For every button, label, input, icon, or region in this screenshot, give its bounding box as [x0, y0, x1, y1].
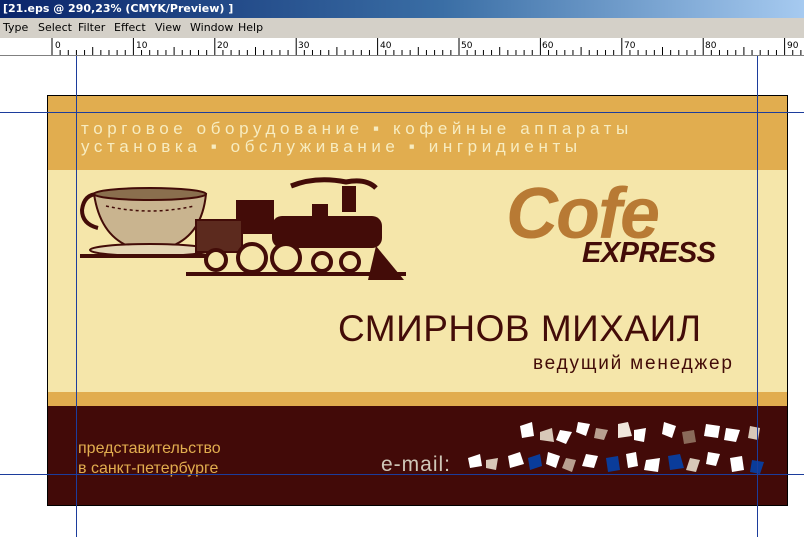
- ruler-label-40: 40: [380, 41, 392, 51]
- ruler-label-60: 60: [542, 41, 554, 51]
- person-name: СМИРНОВ МИХАИЛ: [338, 308, 702, 349]
- ruler-label-10: 10: [136, 41, 148, 51]
- ruler-label-0: 0: [55, 41, 61, 51]
- office-line-1: представительство: [78, 440, 221, 457]
- menu-type[interactable]: Type: [3, 21, 28, 35]
- menu-help[interactable]: Help: [238, 21, 263, 35]
- ruler-label-30: 30: [298, 41, 310, 51]
- guide-vertical-left[interactable]: [76, 56, 77, 537]
- menu-filter[interactable]: Filter: [78, 21, 105, 35]
- steam-locomotive-icon: [186, 177, 406, 280]
- brand-express: EXPRESS: [582, 237, 716, 269]
- ruler-label-50: 50: [461, 41, 473, 51]
- email-label: e-mail:: [381, 453, 452, 476]
- card-divider-band: [48, 392, 787, 406]
- window-title: [21.eps @ 290,23% (CMYK/Preview) ]: [3, 2, 234, 15]
- menu-window[interactable]: Window: [190, 21, 233, 35]
- menu-view[interactable]: View: [155, 21, 181, 35]
- tagline-line-1: торговое оборудование ▪ кофейные аппарат…: [81, 119, 633, 138]
- menu-bar: Type Select Filter Effect View Window He…: [0, 18, 804, 39]
- horizontal-ruler[interactable]: 0 10 20 30 40 50 60 70 80 90: [0, 38, 804, 56]
- ruler-label-90: 90: [787, 41, 799, 51]
- redacted-email-icon: [468, 422, 764, 474]
- guide-horizontal-top[interactable]: [0, 112, 804, 113]
- ruler-ticks: 0 10 20 30 40 50 60 70 80 90: [51, 38, 802, 55]
- menu-effect[interactable]: Effect: [114, 21, 146, 35]
- teacup-locomotive-illustration: [79, 177, 406, 280]
- ruler-label-70: 70: [624, 41, 636, 51]
- menu-select[interactable]: Select: [38, 21, 72, 35]
- guide-horizontal-bottom[interactable]: [0, 474, 804, 475]
- guide-vertical-right[interactable]: [757, 56, 758, 537]
- tagline-line-2: установка ▪ обслуживание ▪ ингридиенты: [81, 137, 582, 156]
- person-title: ведущий менеджер: [533, 353, 734, 374]
- business-card[interactable]: торговое оборудование ▪ кофейные аппарат…: [47, 95, 788, 506]
- ruler-label-80: 80: [705, 41, 717, 51]
- ruler-label-20: 20: [217, 41, 229, 51]
- window-title-bar: [21.eps @ 290,23% (CMYK/Preview) ]: [0, 0, 804, 18]
